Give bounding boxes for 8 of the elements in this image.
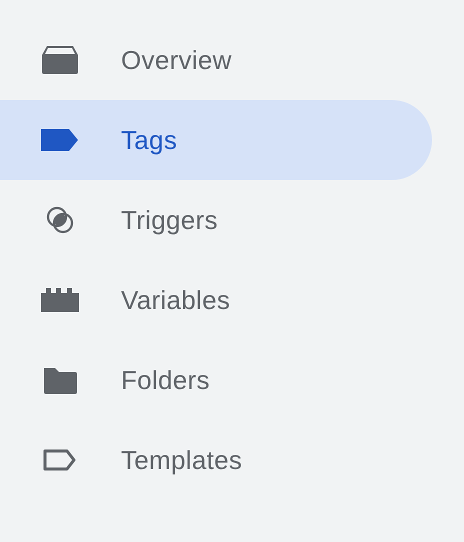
nav-item[interactable]: Templates — [0, 420, 432, 500]
nav-item[interactable]: Tags — [0, 100, 432, 180]
nav-item[interactable]: Triggers — [0, 180, 432, 260]
nav-item[interactable]: Overview — [0, 20, 432, 100]
tray-icon — [40, 45, 80, 75]
nav-item[interactable]: Variables — [0, 260, 432, 340]
blocks-icon — [40, 285, 80, 315]
nav-item[interactable]: Folders — [0, 340, 432, 420]
